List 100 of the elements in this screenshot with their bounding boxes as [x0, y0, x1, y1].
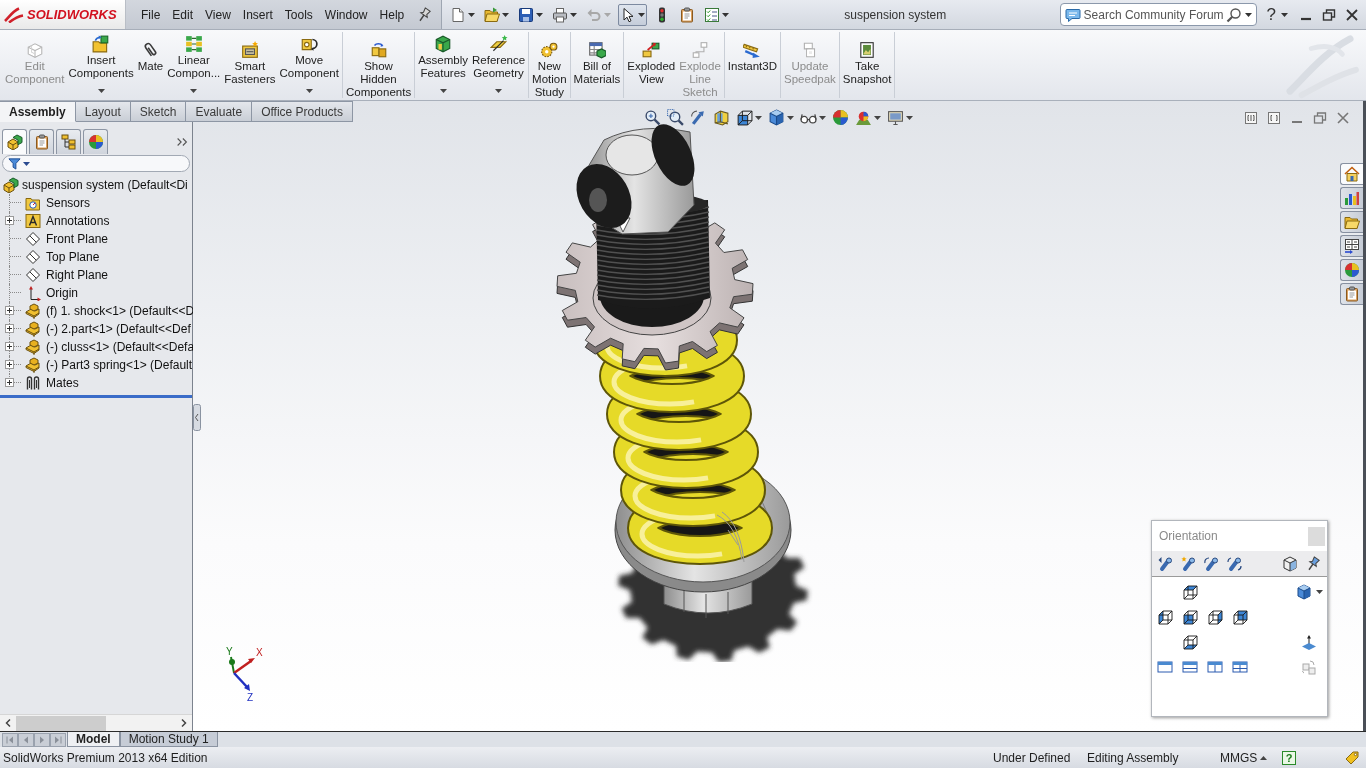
- checklist-icon[interactable]: [704, 6, 720, 23]
- clipboard-icon[interactable]: [679, 6, 695, 23]
- command-tab[interactable]: Office Products: [252, 101, 353, 122]
- task-pane-tab[interactable]: [1340, 187, 1363, 209]
- panel-tab[interactable]: [29, 129, 54, 154]
- caret-icon[interactable]: [786, 115, 794, 120]
- units-button[interactable]: MMGS: [1220, 750, 1260, 765]
- menu-item[interactable]: File: [135, 5, 167, 24]
- search-field[interactable]: Search Community Forum: [1059, 3, 1257, 26]
- menu-item[interactable]: Insert: [236, 5, 279, 24]
- command-button[interactable]: Exploded View: [625, 32, 678, 98]
- shaded-cube-icon[interactable]: [1295, 583, 1312, 600]
- scroll-left-icon[interactable]: [4, 718, 13, 728]
- caret-icon[interactable]: [536, 12, 543, 17]
- caret-icon[interactable]: [1244, 12, 1252, 17]
- tree-item[interactable]: Front Plane: [46, 231, 109, 247]
- caret-icon[interactable]: [722, 12, 729, 17]
- caret-icon[interactable]: [1315, 589, 1323, 594]
- menu-item[interactable]: Help: [373, 5, 411, 24]
- magnifier-box-icon[interactable]: [666, 109, 684, 126]
- restore-icon[interactable]: [1321, 6, 1337, 23]
- command-button[interactable]: Insert Components: [66, 32, 136, 98]
- expand-icon[interactable]: [5, 378, 14, 387]
- panel-tab[interactable]: [83, 129, 108, 154]
- normal-arrow-icon[interactable]: [1301, 633, 1317, 650]
- scroll-thumb[interactable]: [16, 715, 106, 731]
- cube-face-icon[interactable]: [1206, 608, 1223, 625]
- two-viewport-icon[interactable]: [1181, 658, 1198, 675]
- tree-item[interactable]: Mates: [46, 375, 79, 391]
- caret-icon[interactable]: [818, 115, 826, 120]
- monitor-icon[interactable]: [886, 109, 904, 126]
- tree-item[interactable]: suspension system (Default<Di: [22, 177, 188, 193]
- task-pane-tab[interactable]: [1340, 259, 1363, 281]
- help-button[interactable]: ?: [1282, 750, 1296, 765]
- command-tab[interactable]: Layout: [75, 101, 131, 122]
- capsule-arrow-icon[interactable]: [1158, 555, 1174, 572]
- command-button[interactable]: Linear Compon...: [165, 32, 223, 98]
- tree-item[interactable]: (-) 2.part<1> (Default<<Def: [46, 321, 191, 337]
- capsule-rotate-icon[interactable]: [1227, 555, 1243, 572]
- tree-item[interactable]: Annotations: [46, 213, 110, 229]
- task-pane-tab[interactable]: [1340, 163, 1363, 185]
- help-button[interactable]: ?: [1264, 4, 1278, 25]
- shaded-cube-icon[interactable]: [767, 109, 785, 126]
- command-tab[interactable]: Assembly: [0, 101, 76, 122]
- command-tab[interactable]: Evaluate: [186, 101, 253, 122]
- caret-icon[interactable]: [638, 12, 645, 17]
- four-viewport-icon[interactable]: [1231, 658, 1248, 675]
- command-button[interactable]: New Motion Study: [530, 32, 569, 98]
- side-by-side-viewport-icon[interactable]: [1206, 658, 1223, 675]
- command-button[interactable]: Move Component: [277, 32, 341, 98]
- caret-icon[interactable]: [873, 115, 881, 120]
- tree-item[interactable]: (f) 1. shock<1> (Default<<D: [46, 303, 195, 319]
- tree-item[interactable]: Right Plane: [46, 267, 109, 283]
- capsule-refresh-icon[interactable]: [1204, 555, 1220, 572]
- caret-up-icon[interactable]: [1260, 755, 1267, 760]
- command-button[interactable]: Instant3D: [725, 32, 780, 98]
- expand-icon[interactable]: [5, 216, 14, 225]
- task-pane-tab[interactable]: [1340, 283, 1363, 305]
- tree-item[interactable]: Top Plane: [46, 249, 100, 265]
- color-ball-icon[interactable]: [831, 109, 849, 126]
- panel-tab[interactable]: [56, 129, 81, 154]
- horizontal-scrollbar[interactable]: [0, 714, 192, 731]
- command-button[interactable]: Smart Fasteners: [222, 32, 278, 98]
- capsule-star-icon[interactable]: [1181, 555, 1197, 572]
- command-button[interactable]: Mate: [135, 32, 166, 98]
- task-pane-tab[interactable]: [1340, 235, 1363, 257]
- tag-icon[interactable]: [1344, 749, 1360, 766]
- menu-item[interactable]: Edit: [166, 5, 200, 24]
- sheet-tab[interactable]: Model: [67, 732, 120, 747]
- expand-icon[interactable]: [5, 360, 14, 369]
- cube-face-icon[interactable]: [1156, 608, 1173, 625]
- folder-icon[interactable]: [484, 6, 500, 23]
- expand-icon[interactable]: [5, 342, 14, 351]
- cube-face-icon[interactable]: [1181, 633, 1198, 650]
- command-button[interactable]: Take Snapshot: [840, 32, 894, 98]
- menu-item[interactable]: Window: [318, 5, 374, 24]
- single-viewport-icon[interactable]: [1156, 658, 1173, 675]
- split-view-icon[interactable]: [1243, 110, 1259, 126]
- menu-item[interactable]: View: [199, 5, 237, 24]
- pushpin-icon[interactable]: [1305, 555, 1321, 572]
- cube-face-icon[interactable]: [1231, 608, 1248, 625]
- command-button[interactable]: Reference Geometry: [470, 32, 528, 98]
- expand-icon[interactable]: [5, 306, 14, 315]
- command-button[interactable]: Show Hidden Components: [343, 32, 414, 98]
- cube-face-icon[interactable]: [1181, 583, 1198, 600]
- arrow-arc-icon[interactable]: [689, 109, 707, 126]
- printer-icon[interactable]: [552, 6, 568, 23]
- wire-cube-icon[interactable]: [735, 109, 753, 126]
- tool-button[interactable]: [618, 3, 647, 26]
- panel-tab[interactable]: [2, 129, 27, 154]
- command-button[interactable]: Bill of Materials: [571, 32, 623, 98]
- pushpin-icon[interactable]: [416, 6, 433, 23]
- menu-item[interactable]: Tools: [278, 5, 319, 24]
- single-view-icon[interactable]: [1266, 110, 1282, 126]
- scroll-right-icon[interactable]: [179, 718, 188, 728]
- section-cube-icon[interactable]: [712, 109, 730, 126]
- filter-field[interactable]: [2, 155, 190, 172]
- double-chevron-icon[interactable]: [175, 135, 189, 149]
- scene-ball-icon[interactable]: [854, 109, 872, 126]
- cursor-icon[interactable]: [620, 6, 636, 23]
